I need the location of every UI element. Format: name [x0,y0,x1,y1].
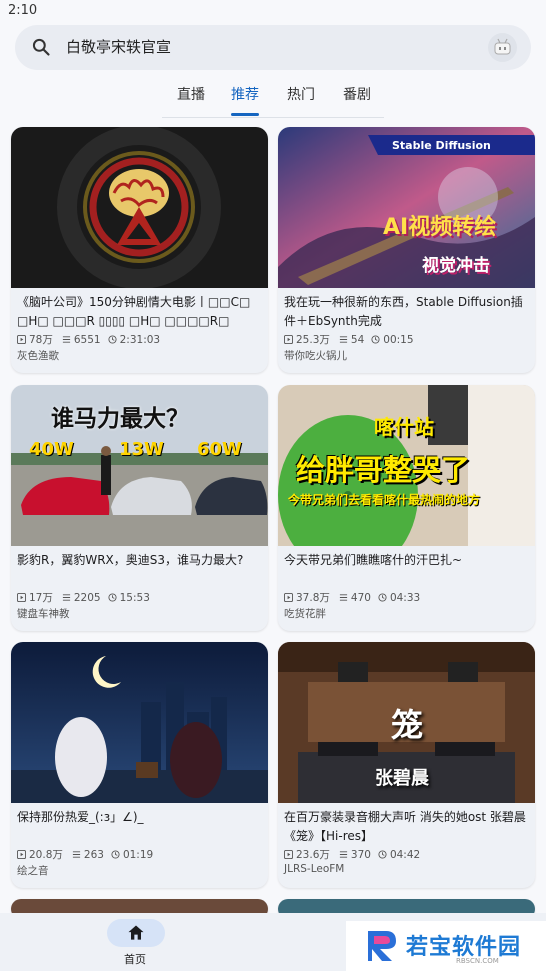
tab-live[interactable]: 直播 [177,84,205,104]
duration: 15:53 [119,591,150,604]
video-stats: 20.8万 263 01:19 [17,847,153,862]
status-time: 2:10 [8,3,38,18]
video-thumbnail: 喀什站 给胖哥整哭了 今带兄弟们去看看喀什最热闹的地方 [278,385,535,546]
video-title: 《脑叶公司》150分钟剧情大电影丨□□C□ □H□ □□□R ▯▯▯▯ □H□ … [17,295,251,328]
video-stats: 25.3万 54 00:15 [284,332,414,347]
tab-divider [162,117,384,118]
thumb-caption: 今带兄弟们去看看喀什最热闹的地方 [288,493,481,507]
danmaku-count: 370 [350,848,371,861]
thumb-caption: 喀什站 [374,415,434,439]
clock-icon [108,335,117,344]
video-stats: 78万 6551 2:31:03 [17,332,160,347]
danmaku-count: 6551 [73,333,101,346]
thumb-caption: Stable Diffusion [392,139,491,152]
tab-popular[interactable]: 热门 [287,84,315,104]
video-thumbnail: 谁马力最大？ 40W 13W 60W [11,385,268,546]
view-count: 78万 [29,334,53,346]
video-stats: 17万 2205 15:53 [17,590,150,605]
video-title: 我在玩一种很新的东西，Stable Diffusion插件＋EbSynth完成 [284,295,523,328]
thumb-caption: 视觉冲击 [422,256,490,276]
video-title: 影豹R，翼豹WRX，奥迪S3，谁马力最大? [17,553,244,567]
video-card[interactable]: 《脑叶公司》150分钟剧情大电影丨□□C□ □H□ □□□R ▯▯▯▯ □H□ … [11,127,268,373]
video-author[interactable]: 带你吃火锅儿 [284,348,347,363]
view-count: 25.3万 [296,334,330,346]
video-card[interactable]: 喀什站 给胖哥整哭了 今带兄弟们去看看喀什最热闹的地方 今天带兄弟们瞧瞧喀什的汗… [278,385,535,631]
video-stats: 37.8万 470 04:33 [284,590,420,605]
clock-icon [371,335,380,344]
duration: 2:31:03 [119,333,161,346]
duration: 01:19 [122,848,154,861]
danmaku-icon [339,594,347,601]
tab-recommend[interactable]: 推荐 [231,84,259,104]
status-bar: 2:10 [0,0,546,22]
danmaku-count: 470 [350,591,371,604]
thumb-caption: 给胖哥整哭了 [296,453,471,487]
video-card[interactable]: 笼 张碧晨 在百万豪装录音棚大声听 消失的她ost 张碧晨《笼》【Hi-res】… [278,642,535,888]
duration: 04:42 [389,848,421,861]
video-title: 在百万豪装录音棚大声听 消失的她ost 张碧晨《笼》【Hi-res】 [284,810,526,843]
video-card[interactable]: Stable Diffusion AI视频转绘 视觉冲击 我在玩一种很新的东西，… [278,127,535,373]
play-count-icon [17,593,26,602]
danmaku-icon [62,594,70,601]
search-bar[interactable]: 白敬亭宋轶官宣 [15,25,531,70]
danmaku-count: 263 [83,848,104,861]
duration: 00:15 [383,333,414,346]
watermark-logo-icon [368,931,396,961]
home-icon [128,925,144,940]
play-count-icon [284,335,293,344]
danmaku-count: 54 [350,333,365,346]
avatar[interactable] [488,33,517,62]
play-count-icon [17,850,26,859]
video-thumbnail [11,642,268,803]
video-title: 今天带兄弟们瞧瞧喀什的汗巴扎~ [284,553,463,567]
clock-icon [378,850,387,859]
thumb-caption: 张碧晨 [375,768,429,789]
danmaku-count: 2205 [73,591,101,604]
thumb-caption: 笼 [391,706,424,744]
search-query: 白敬亭宋轶官宣 [66,38,172,56]
danmaku-icon [72,851,80,858]
video-thumbnail: Stable Diffusion AI视频转绘 视觉冲击 [278,127,535,288]
danmaku-icon [339,851,347,858]
video-title: 保持那份热爱_(:з」∠)_ [17,810,144,824]
thumb-caption: 40W [29,439,74,460]
video-author[interactable]: JLRS-LeoFM [284,863,344,875]
duration: 04:33 [389,591,421,604]
play-count-icon [284,850,293,859]
video-card[interactable]: 保持那份热爱_(:з」∠)_ 20.8万 263 01:19 绘之音 [11,642,268,888]
nav-home-label: 首页 [124,953,146,966]
category-tabs: 直播 推荐 热门 番剧 [0,74,546,118]
tab-indicator [231,113,259,116]
view-count: 17万 [29,592,53,604]
video-author[interactable]: 灰色渔歌 [17,348,59,363]
view-count: 20.8万 [29,849,63,861]
clock-icon [111,850,120,859]
view-count: 23.6万 [296,849,330,861]
thumb-caption: 13W [119,439,164,460]
clock-icon [108,593,117,602]
bilibili-tv-icon [494,38,511,55]
video-card[interactable]: 谁马力最大？ 40W 13W 60W 影豹R，翼豹WRX，奥迪S3，谁马力最大?… [11,385,268,631]
danmaku-icon [62,336,70,343]
watermark-sub: RBSCN.COM [456,957,499,965]
video-thumbnail [11,127,268,288]
danmaku-icon [339,336,347,343]
tab-anime[interactable]: 番剧 [343,84,371,104]
play-count-icon [284,593,293,602]
video-author[interactable]: 键盘车神教 [17,606,70,621]
clock-icon [378,593,387,602]
video-author[interactable]: 吃货花胖 [284,606,326,621]
thumb-caption: 60W [197,439,242,460]
video-thumbnail: 笼 张碧晨 [278,642,535,803]
video-stats: 23.6万 370 04:42 [284,847,420,862]
watermark: 若宝软件园 RBSCN.COM [346,921,546,971]
thumb-caption: 谁马力最大？ [51,406,189,432]
thumb-caption: AI视频转绘 [383,215,497,240]
play-count-icon [17,335,26,344]
view-count: 37.8万 [296,592,330,604]
search-icon [32,38,50,56]
video-author[interactable]: 绘之音 [17,863,49,878]
